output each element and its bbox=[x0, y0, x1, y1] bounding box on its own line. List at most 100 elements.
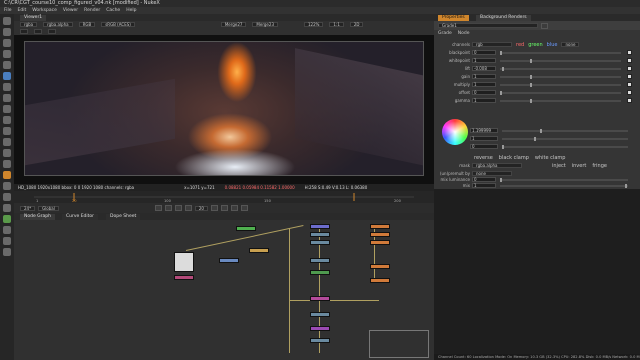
mix-field[interactable]: 1 bbox=[472, 183, 496, 188]
read-node[interactable] bbox=[174, 252, 194, 272]
reverse-checkbox[interactable]: reverse bbox=[474, 155, 493, 161]
fps-field[interactable]: 24* bbox=[20, 205, 36, 211]
invert-checkbox[interactable]: invert bbox=[572, 163, 587, 169]
inject-checkbox[interactable]: inject bbox=[552, 163, 566, 169]
transform-tool-icon[interactable] bbox=[3, 116, 11, 124]
merge-node[interactable] bbox=[310, 312, 330, 317]
green-checkbox[interactable]: green bbox=[528, 42, 542, 48]
blackpoint-field[interactable]: 0 bbox=[472, 50, 496, 55]
gamma-field[interactable] bbox=[34, 29, 42, 34]
menu-viewer[interactable]: Viewer bbox=[63, 7, 78, 14]
merge-node[interactable] bbox=[310, 224, 330, 229]
merge-node[interactable] bbox=[310, 338, 330, 343]
menu-workspace[interactable]: Workspace bbox=[32, 7, 57, 14]
gamma-r-field[interactable]: 1.199999 bbox=[470, 128, 498, 133]
scope-dropdown[interactable]: Global bbox=[38, 205, 59, 211]
gizmo-tool-icon[interactable] bbox=[3, 226, 11, 234]
menu-help[interactable]: Help bbox=[126, 7, 136, 14]
gamma-field[interactable]: 1 bbox=[472, 98, 496, 103]
merge-node[interactable] bbox=[310, 326, 330, 331]
blue-checkbox[interactable]: blue bbox=[547, 42, 558, 48]
transform-node[interactable] bbox=[219, 258, 239, 263]
play-back-button[interactable] bbox=[184, 205, 192, 211]
pointer-tool-icon[interactable] bbox=[3, 17, 11, 25]
menu-cache[interactable]: Cache bbox=[106, 7, 120, 14]
gamma-slider[interactable] bbox=[500, 98, 621, 103]
furnace-tool-icon[interactable] bbox=[3, 193, 11, 201]
menu-file[interactable]: File bbox=[4, 7, 12, 14]
read-node[interactable] bbox=[370, 232, 390, 237]
prev-frame-button[interactable] bbox=[174, 205, 182, 211]
current-frame-field[interactable]: 20 bbox=[194, 205, 208, 211]
read-node[interactable] bbox=[370, 240, 390, 245]
cara-vr-tool-icon[interactable] bbox=[3, 215, 11, 223]
menu-edit[interactable]: Edit bbox=[18, 7, 27, 14]
filter-tool-icon[interactable] bbox=[3, 83, 11, 91]
prev-key-button[interactable] bbox=[164, 205, 172, 211]
views-tool-icon[interactable] bbox=[3, 138, 11, 146]
gain-field[interactable]: 1 bbox=[472, 74, 496, 79]
gamma-r-slider[interactable] bbox=[502, 128, 628, 133]
merge-tool-icon[interactable] bbox=[3, 105, 11, 113]
offset-field[interactable]: 0 bbox=[472, 90, 496, 95]
lift-slider[interactable] bbox=[500, 66, 621, 71]
toolsets-icon[interactable] bbox=[3, 171, 11, 179]
read-node[interactable] bbox=[370, 278, 390, 283]
mask-dropdown[interactable]: rgba.alpha bbox=[472, 163, 522, 168]
channels-dropdown[interactable]: rgba bbox=[20, 22, 38, 27]
black-clamp-checkbox[interactable]: black clamp bbox=[499, 155, 529, 161]
gamma-g-slider[interactable] bbox=[502, 136, 628, 141]
red-checkbox[interactable]: red bbox=[516, 42, 524, 48]
node-name-field[interactable]: Grade1 bbox=[438, 23, 538, 28]
color-swatch[interactable] bbox=[627, 82, 632, 87]
whitepoint-slider[interactable] bbox=[500, 58, 621, 63]
gamma-b-slider[interactable] bbox=[502, 144, 628, 149]
particles-tool-icon[interactable] bbox=[3, 160, 11, 168]
next-frame-button[interactable] bbox=[220, 205, 228, 211]
input-a-dropdown[interactable]: Merge27 bbox=[220, 22, 247, 27]
draw-tool-icon[interactable] bbox=[3, 39, 11, 47]
fringe-checkbox[interactable]: fringe bbox=[592, 163, 607, 169]
keyer-tool-icon[interactable] bbox=[3, 94, 11, 102]
merge-node[interactable] bbox=[310, 258, 330, 263]
3d-tool-icon[interactable] bbox=[3, 127, 11, 135]
alpha-dropdown[interactable]: rgba.alpha bbox=[43, 22, 73, 27]
color-swatch[interactable] bbox=[627, 66, 632, 71]
merge-node[interactable] bbox=[249, 248, 269, 253]
metadata-tool-icon[interactable] bbox=[3, 149, 11, 157]
last-frame-button[interactable] bbox=[240, 205, 248, 211]
colorspace-dropdown[interactable]: RGB bbox=[78, 22, 96, 27]
color-swatch[interactable] bbox=[627, 74, 632, 79]
multiply-slider[interactable] bbox=[500, 82, 621, 87]
channel-tool-icon[interactable] bbox=[3, 61, 11, 69]
node-graph[interactable] bbox=[14, 220, 434, 360]
white-clamp-checkbox[interactable]: white clamp bbox=[535, 155, 566, 161]
color-swatch[interactable] bbox=[627, 50, 632, 55]
plugin-tool-icon[interactable] bbox=[3, 237, 11, 245]
menu-render[interactable]: Render bbox=[84, 7, 100, 14]
time-tool-icon[interactable] bbox=[3, 50, 11, 58]
lift-field[interactable]: -0.008 bbox=[472, 66, 496, 71]
gamma-g-field[interactable]: 1 bbox=[470, 136, 498, 141]
grade-node[interactable] bbox=[310, 296, 330, 301]
blackpoint-slider[interactable] bbox=[500, 50, 621, 55]
other-tool-icon[interactable] bbox=[3, 182, 11, 190]
input-b-dropdown[interactable]: Merge23 bbox=[252, 22, 278, 27]
minimap[interactable] bbox=[369, 330, 429, 358]
merge-node[interactable] bbox=[310, 240, 330, 245]
viewer-canvas[interactable] bbox=[14, 35, 434, 184]
grade-node[interactable] bbox=[174, 275, 194, 280]
gain-slider[interactable] bbox=[500, 74, 621, 79]
gain-field[interactable] bbox=[20, 29, 28, 34]
tab-grade[interactable]: Grade bbox=[438, 31, 452, 36]
mix-luminance-slider[interactable] bbox=[500, 177, 628, 182]
settings-tool-icon[interactable] bbox=[3, 248, 11, 256]
alpha-channel-dropdown[interactable]: none bbox=[561, 42, 580, 47]
next-key-button[interactable] bbox=[230, 205, 238, 211]
roto-node[interactable] bbox=[236, 226, 256, 231]
color-swatch[interactable] bbox=[627, 90, 632, 95]
timeline[interactable]: 1 20 100 150 200 bbox=[14, 191, 434, 203]
view-mode-dropdown[interactable]: 2D bbox=[349, 22, 364, 27]
lut-dropdown[interactable]: sRGB (ACES) bbox=[101, 22, 135, 27]
read-node[interactable] bbox=[370, 264, 390, 269]
